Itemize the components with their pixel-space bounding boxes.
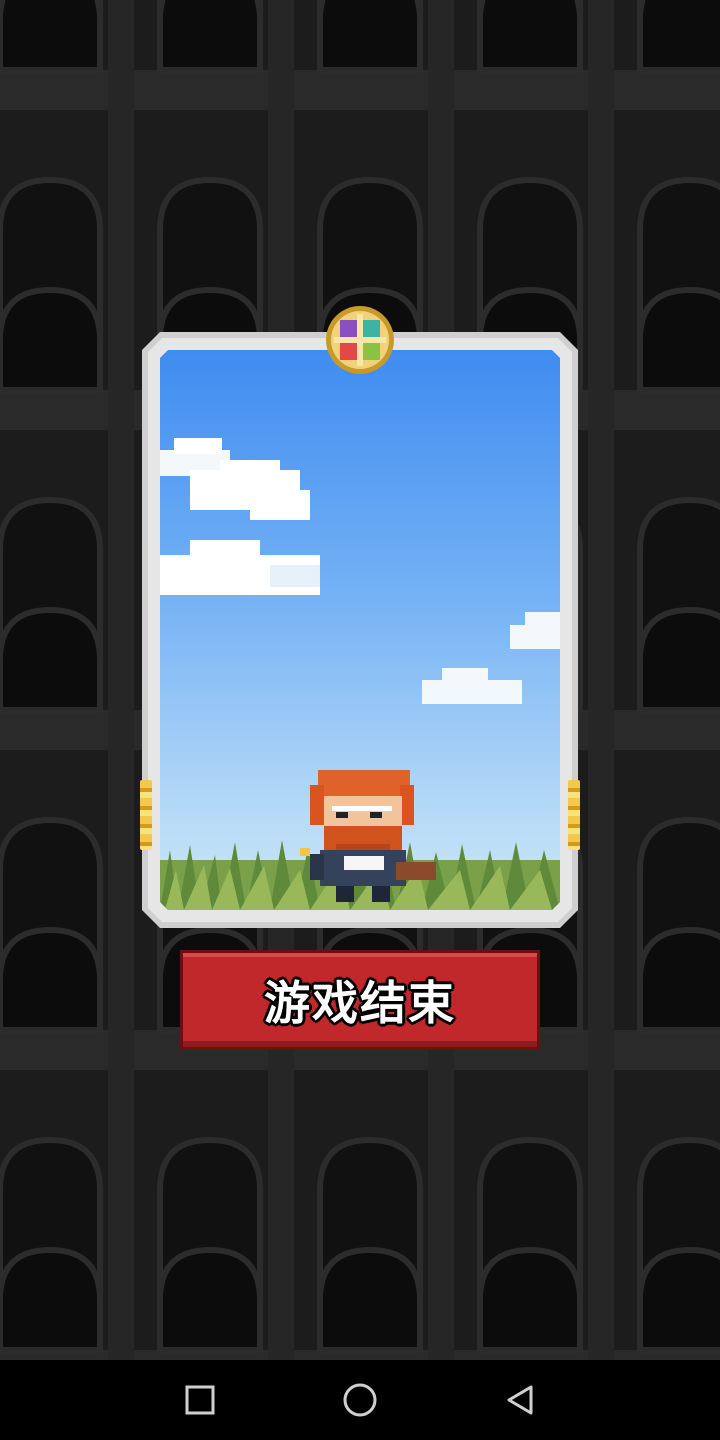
cloud	[422, 612, 560, 704]
wall-arch	[637, 0, 720, 73]
wall-pillar	[108, 120, 134, 440]
wall-pillar	[588, 0, 614, 120]
wall-pillar	[268, 1080, 294, 1360]
wall-pillar	[108, 0, 134, 120]
wall-arch	[637, 1246, 720, 1353]
wall-arch	[317, 1246, 423, 1353]
wall-pillar	[588, 1080, 614, 1360]
wall-arch	[477, 0, 583, 73]
nav-recents-button[interactable]	[180, 1380, 220, 1420]
wall-pillar	[588, 440, 614, 760]
four-color-cross-medallion-icon	[324, 304, 396, 376]
wall-arch	[637, 926, 720, 1033]
wall-pillar	[108, 1080, 134, 1360]
nav-home-button[interactable]	[340, 1380, 380, 1420]
square-icon	[185, 1385, 215, 1415]
wall-arch	[317, 0, 423, 73]
wall-pillar	[588, 120, 614, 440]
triangle-back-icon	[507, 1385, 533, 1415]
wall-pillar	[268, 0, 294, 120]
wall-arch	[0, 606, 103, 713]
wall-pillar	[428, 1080, 454, 1360]
wall-arch	[637, 286, 720, 393]
card-gold-trim-right	[568, 780, 580, 850]
wall-arch	[637, 606, 720, 713]
wall-arch	[0, 0, 103, 73]
system-navigation-bar	[0, 1360, 720, 1440]
wall-arch	[0, 286, 103, 393]
scene-illustration	[160, 350, 560, 910]
game-over-label: 游戏结束	[264, 976, 456, 1030]
wall-pillar	[108, 440, 134, 760]
wall-arch	[0, 926, 103, 1033]
circle-icon	[343, 1383, 377, 1417]
wall-pillar	[108, 760, 134, 1080]
card-gold-trim-left	[140, 780, 152, 850]
wall-arch	[157, 1246, 263, 1353]
card-scene	[160, 350, 560, 910]
wall-pillar	[428, 0, 454, 120]
wall-arch	[477, 1246, 583, 1353]
wall-arch	[0, 1246, 103, 1353]
wall-arch	[157, 0, 263, 73]
game-over-button[interactable]: 游戏结束	[180, 950, 540, 1050]
cloud	[160, 438, 320, 595]
nav-back-button[interactable]	[500, 1380, 540, 1420]
wall-pillar	[588, 760, 614, 1080]
character-card	[142, 332, 578, 928]
